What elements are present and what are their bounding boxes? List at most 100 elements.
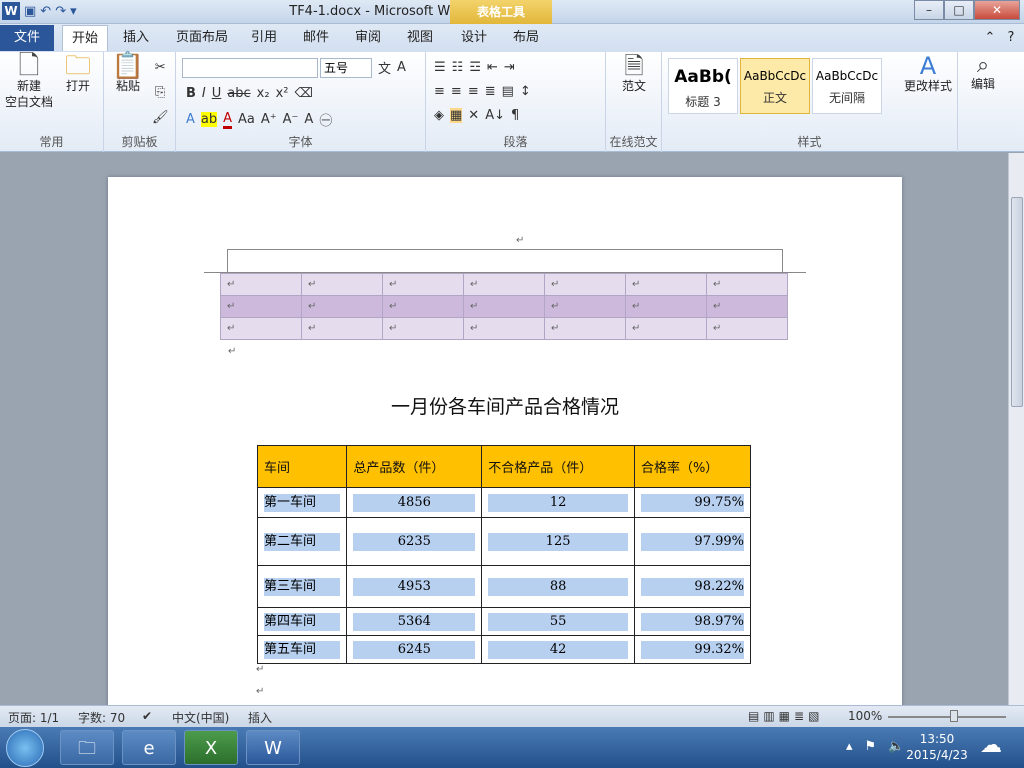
excel-icon[interactable]: X [184,730,238,765]
ribbon-tabs: 文件 开始 插入 页面布局 引用 邮件 审阅 视图 设计 布局 ⌃ ? [0,24,1024,52]
table-row: 第二车间 6235 125 97.99% [256,517,752,566]
tab-design[interactable]: 设计 [456,25,492,51]
data-table[interactable]: 车间 总产品数（件） 不合格产品（件） 合格率（%） 第一车间 4856 12 … [256,445,752,664]
tab-file[interactable]: 文件 [0,25,54,51]
tab-view[interactable]: 视图 [402,25,438,51]
page-count[interactable]: 页面: 1/1 [8,709,59,726]
align-left-icon[interactable]: ≡ [434,84,445,99]
borders-icon[interactable]: ▦ [450,108,463,123]
tray-arrow-icon[interactable]: ▴ [846,739,853,754]
close-button[interactable]: ✕ [974,0,1020,20]
format-painter-icon[interactable]: 🖌 [152,110,169,125]
paste-button[interactable]: 📋 粘贴 [110,53,146,94]
help-icon[interactable]: ? [1002,25,1020,51]
decrease-indent-icon[interactable]: ⇤ [487,60,498,75]
italic-icon[interactable]: I [202,86,206,101]
new-blank-document-button[interactable]: 🗋 新建 空白文档 [4,53,54,110]
tab-insert[interactable]: 插入 [116,25,156,51]
subscript-icon[interactable]: x₂ [257,86,270,101]
zoom-slider[interactable] [888,716,1006,718]
header-cell[interactable]: 总产品数（件） [346,445,483,488]
style-heading3[interactable]: AaBb( 标题 3 [668,58,738,114]
header-cell[interactable]: 不合格产品（件） [481,445,635,488]
phonetic-guide-icon[interactable]: 文 [378,58,391,77]
change-case-icon[interactable]: Aa [238,112,255,127]
view-buttons-icon[interactable]: ▤▥▦≣▧ [748,709,823,723]
template-button[interactable]: 🗎 范文 [614,54,654,94]
open-button[interactable]: 🗀 打开 [56,51,100,94]
header-cell[interactable]: 合格率（%） [633,445,752,488]
distributed-icon[interactable]: ▤ [502,84,514,99]
tab-home[interactable]: 开始 [62,25,108,51]
table-row: 第五车间 6245 42 99.32% [256,635,752,664]
shading-icon[interactable]: ◈ [434,108,444,123]
explorer-icon[interactable]: 🗀 [60,730,114,765]
strikethrough-icon[interactable]: abc [227,86,250,101]
sort-icon[interactable]: A↓ [485,108,505,123]
maximize-button[interactable]: □ [944,0,974,20]
table-row: 第四车间 5364 55 98.97% [256,607,752,636]
ribbon: 🗋 新建 空白文档 🗀 打开 常用 📋 粘贴 ✂ ⎘ 🖌 剪贴板 五号 文 A … [0,52,1024,152]
shrink-font-icon[interactable]: A⁻ [283,112,299,127]
bold-icon[interactable]: B [186,86,196,101]
folder-icon: 🗀 [64,51,91,81]
group-styles: AaBb( 标题 3 AaBbCcDc 正文 AaBbCcDc 无间隔 A 更改… [662,52,958,152]
weather-icon[interactable]: ☁ [980,733,1002,758]
tab-page-layout[interactable]: 页面布局 [170,25,234,51]
tab-mailings[interactable]: 邮件 [298,25,334,51]
language-indicator[interactable]: 中文(中国) [172,709,229,726]
increase-indent-icon[interactable]: ⇥ [504,60,515,75]
style-normal[interactable]: AaBbCcDc 正文 [740,58,810,114]
superscript-icon[interactable]: x² [276,86,289,101]
clear-format-icon[interactable]: ⌫ [294,86,312,101]
status-bar: 页面: 1/1 字数: 70 ✔ 中文(中国) 插入 ▤▥▦≣▧ 100% [0,705,1024,727]
header-cell[interactable]: 车间 [256,445,348,488]
text-effects-icon[interactable]: A [186,112,195,127]
zoom-slider-knob[interactable] [950,710,958,722]
minimize-button[interactable]: – [914,0,944,20]
underline-icon[interactable]: U [212,86,222,101]
tab-references[interactable]: 引用 [246,25,282,51]
title-bar: W ▣ ↶ ↷ ▾ TF4-1.docx - Microsoft Word 表格… [0,0,1024,24]
multilevel-list-icon[interactable]: ☲ [469,60,481,75]
style-no-spacing[interactable]: AaBbCcDc 无间隔 [812,58,882,114]
scrollbar-thumb[interactable] [1011,197,1023,407]
empty-table[interactable]: ↵ ↵ ↵ ↵ ↵ ↵ ↵ ↵ ↵ ↵ ↵ ↵ ↵ ↵ ↵ ↵ ↵ ↵ ↵ ↵ ↵ [220,273,788,340]
ribbon-minimize-icon[interactable]: ⌃ [982,25,998,51]
tab-layout[interactable]: 布局 [508,25,544,51]
line-spacing-icon[interactable]: ↕ [520,84,531,99]
grow-font-icon[interactable]: A⁺ [261,112,277,127]
vertical-scrollbar[interactable] [1008,153,1024,705]
start-button[interactable] [6,729,44,767]
word-count[interactable]: 字数: 70 [78,709,125,726]
character-border-icon[interactable]: A [397,60,406,75]
header-frame [227,249,783,273]
document-title[interactable]: 一月份各车间产品合格情况 [0,392,1010,419]
change-styles-button[interactable]: A 更改样式 [900,54,956,94]
chinese-layout-icon[interactable]: ✕ [468,108,479,123]
zoom-level[interactable]: 100% [848,709,882,723]
font-name-input[interactable] [182,58,318,78]
character-shading-icon[interactable]: A [304,112,313,127]
tab-review[interactable]: 审阅 [350,25,386,51]
group-font: 五号 文 A B I U abc x₂ x² ⌫ A ab A Aa A⁺ A⁻… [176,52,426,152]
show-marks-icon[interactable]: ¶ [511,108,519,123]
word-taskbar-icon[interactable]: W [246,730,300,765]
clock[interactable]: 13:50 2015/4/23 [902,731,972,763]
align-right-icon[interactable]: ≡ [468,84,479,99]
highlight-icon[interactable]: ab [200,112,218,127]
font-color-icon[interactable]: A [223,111,233,129]
justify-icon[interactable]: ≣ [485,84,496,99]
bullets-icon[interactable]: ☰ [434,60,446,75]
align-center-icon[interactable]: ≡ [451,84,462,99]
copy-icon[interactable]: ⎘ [155,85,165,100]
enclose-characters-icon[interactable]: ㊀ [319,110,332,129]
insert-mode[interactable]: 插入 [248,709,272,726]
edit-button[interactable]: ⌕ 编辑 [964,55,1002,92]
internet-explorer-icon[interactable]: e [122,730,176,765]
cut-icon[interactable]: ✂ [155,60,166,75]
numbering-icon[interactable]: ☷ [452,60,464,75]
font-size-input[interactable]: 五号 [320,58,372,78]
action-center-icon[interactable]: ⚑ [865,739,877,754]
proofing-icon[interactable]: ✔ [142,709,152,723]
